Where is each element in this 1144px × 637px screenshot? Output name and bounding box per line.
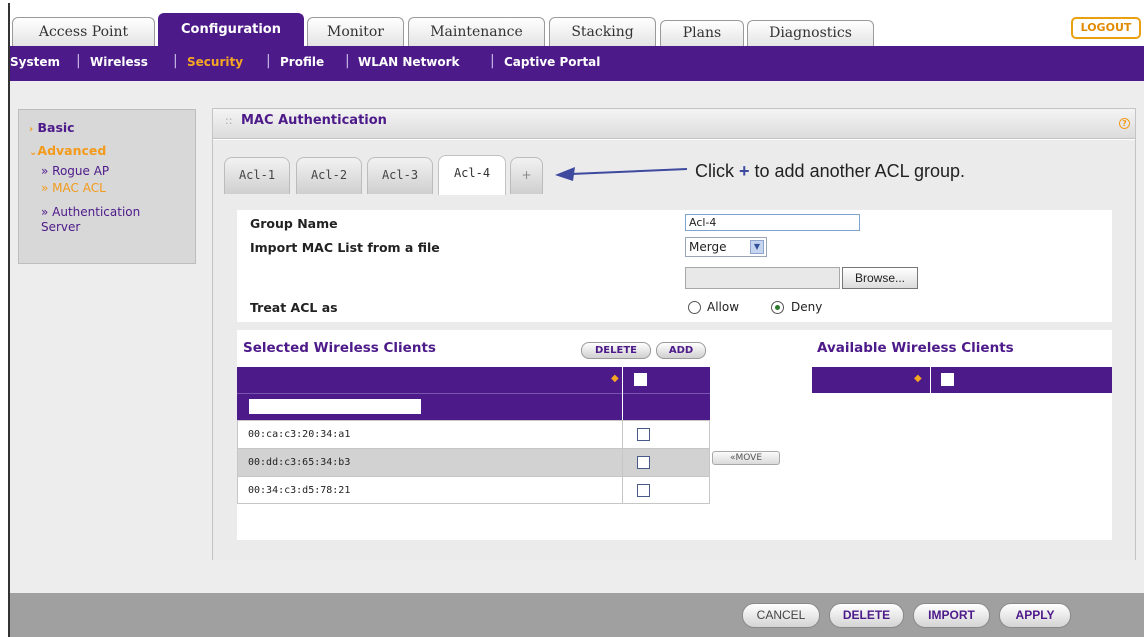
grip-icon: ::	[225, 114, 233, 127]
subnav-wireless[interactable]: Wireless	[90, 55, 148, 69]
subnav-separator: |	[345, 53, 350, 69]
tab-access-point[interactable]: Access Point	[12, 17, 155, 47]
add-client-button[interactable]: ADD	[656, 342, 706, 359]
sidebar-item-rogue-ap[interactable]: » Rogue AP	[41, 164, 109, 178]
group-name-label: Group Name	[250, 216, 338, 231]
tab-stacking[interactable]: Stacking	[549, 17, 656, 47]
available-table-header	[812, 367, 1112, 393]
sidebar-item-mac-acl[interactable]: » MAC ACL	[41, 181, 106, 195]
browse-button[interactable]: Browse...	[842, 267, 918, 289]
file-path-input[interactable]	[685, 267, 840, 289]
sort-icon[interactable]: ◆	[611, 373, 619, 384]
sub-navigation: System | Wireless | Security | Profile |…	[10, 46, 1144, 81]
column-divider	[622, 393, 623, 420]
mac-address: 00:34:c3:d5:78:21	[248, 485, 351, 496]
selected-clients-table: 00:ca:c3:20:34:a1 00:dd:c3:65:34:b3 00:3…	[237, 420, 710, 504]
selected-clients-title: Selected Wireless Clients	[243, 340, 436, 356]
row-checkbox[interactable]	[637, 428, 650, 441]
tab-acl-1[interactable]: Acl-1	[224, 157, 290, 194]
row-checkbox[interactable]	[637, 456, 650, 469]
sidebar-item-label: Advanced	[37, 143, 107, 158]
cancel-button[interactable]: CANCEL	[742, 603, 820, 628]
sidebar: › Basic ⌄Advanced » Rogue AP » MAC ACL »…	[18, 109, 196, 264]
acl-form	[237, 210, 1112, 322]
allow-radio[interactable]	[688, 301, 701, 314]
subnav-separator: |	[76, 53, 81, 69]
delete-button[interactable]: DELETE	[829, 603, 904, 628]
add-acl-tab[interactable]: +	[510, 157, 543, 194]
callout-arrow-icon	[555, 167, 688, 181]
subnav-profile[interactable]: Profile	[280, 55, 324, 69]
subnav-system[interactable]: System	[10, 55, 60, 69]
subnav-wlan-network[interactable]: WLAN Network	[358, 55, 460, 69]
move-button[interactable]: «MOVE	[712, 451, 780, 465]
column-divider	[930, 367, 931, 393]
callout-prefix: Click	[695, 161, 739, 181]
sidebar-item-label: Basic	[37, 120, 75, 135]
import-mode-value: Merge	[689, 240, 727, 254]
tab-monitor[interactable]: Monitor	[307, 17, 404, 47]
tab-acl-4[interactable]: Acl-4	[438, 155, 506, 195]
help-icon[interactable]: ?	[1119, 118, 1130, 129]
apply-button[interactable]: APPLY	[999, 603, 1071, 628]
tab-configuration[interactable]: Configuration	[158, 13, 304, 47]
table-row[interactable]: 00:dd:c3:65:34:b3	[238, 449, 709, 477]
subnav-captive-portal[interactable]: Captive Portal	[504, 55, 600, 69]
treat-acl-label: Treat ACL as	[250, 300, 338, 315]
table-row[interactable]: 00:ca:c3:20:34:a1	[238, 421, 709, 449]
sidebar-item-advanced[interactable]: ⌄Advanced	[29, 143, 106, 158]
cell-divider	[622, 477, 623, 504]
delete-client-button[interactable]: DELETE	[581, 342, 651, 359]
filter-input[interactable]	[249, 399, 421, 414]
deny-label: Deny	[791, 300, 823, 314]
available-clients-title: Available Wireless Clients	[817, 340, 1014, 356]
subnav-separator: |	[266, 53, 271, 69]
group-name-input[interactable]: Acl-4	[685, 214, 860, 231]
subnav-separator: |	[490, 53, 495, 69]
mac-address: 00:ca:c3:20:34:a1	[248, 429, 351, 440]
sidebar-item-basic[interactable]: › Basic	[29, 120, 75, 135]
import-button[interactable]: IMPORT	[913, 603, 990, 628]
top-navigation: Access Point Configuration Monitor Maint…	[10, 13, 1144, 47]
select-all-available-checkbox[interactable]	[941, 373, 954, 386]
select-all-checkbox[interactable]	[634, 373, 647, 386]
logout-button[interactable]: LOGOUT	[1071, 17, 1141, 39]
callout-suffix: to add another ACL group.	[749, 161, 966, 181]
column-divider	[622, 367, 623, 393]
cell-divider	[622, 421, 623, 448]
panel-title: MAC Authentication	[241, 113, 387, 128]
tab-diagnostics[interactable]: Diagnostics	[747, 20, 874, 47]
row-checkbox[interactable]	[637, 484, 650, 497]
deny-radio[interactable]	[771, 301, 784, 314]
caret-right-icon: ›	[29, 124, 34, 135]
mac-address: 00:dd:c3:65:34:b3	[248, 457, 351, 468]
callout-plus: +	[739, 161, 750, 181]
tab-acl-2[interactable]: Acl-2	[296, 157, 362, 194]
import-label: Import MAC List from a file	[250, 240, 440, 255]
callout-annotation: Click + to add another ACL group.	[695, 161, 965, 182]
table-row[interactable]: 00:34:c3:d5:78:21	[238, 477, 709, 505]
chevron-down-icon: ▼	[750, 240, 764, 254]
allow-label: Allow	[707, 300, 740, 314]
sort-icon[interactable]: ◆	[914, 373, 922, 384]
panel-header: :: MAC Authentication ?	[213, 109, 1135, 139]
subnav-security[interactable]: Security	[187, 55, 243, 69]
import-mode-select[interactable]: Merge ▼	[685, 237, 767, 257]
subnav-separator: |	[173, 53, 178, 69]
cell-divider	[622, 449, 623, 476]
tab-acl-3[interactable]: Acl-3	[367, 157, 433, 194]
tab-maintenance[interactable]: Maintenance	[408, 17, 545, 47]
sidebar-item-authentication-server[interactable]: » Authentication Server	[29, 205, 179, 235]
tab-plans[interactable]: Plans	[660, 20, 744, 47]
